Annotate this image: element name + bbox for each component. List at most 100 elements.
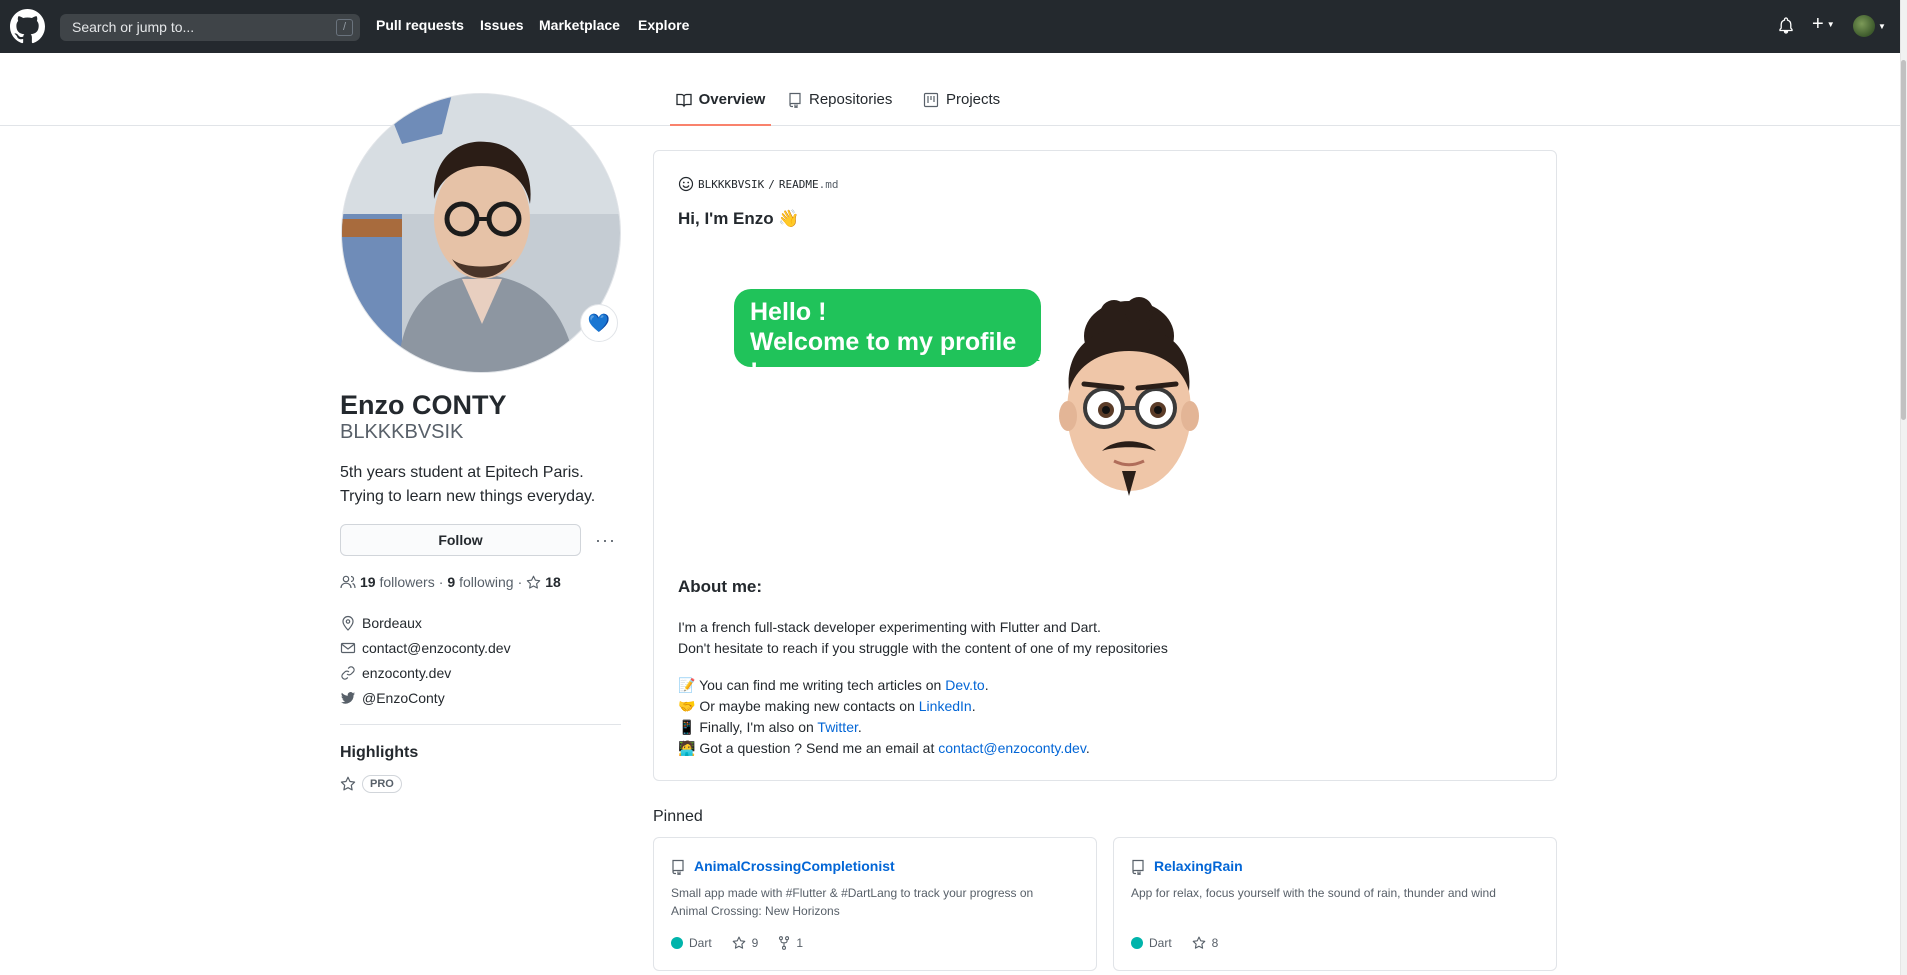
star-icon: [340, 776, 356, 791]
pinned-repo-meta: Dart 9 1: [671, 936, 803, 950]
tab-repositories-label: Repositories: [809, 91, 893, 108]
bubble-line: Hello !: [750, 298, 827, 326]
readme-path-file[interactable]: README: [779, 178, 819, 191]
tab-overview[interactable]: Overview: [670, 91, 771, 126]
repo-icon: [789, 92, 801, 108]
smiley-icon: [678, 176, 694, 192]
readme-path-user[interactable]: BLKKKBVSIK: [698, 178, 764, 191]
twitter-icon: [340, 692, 355, 704]
pinned-repo-name[interactable]: AnimalCrossingCompletionist: [694, 858, 895, 874]
following-label: following: [459, 574, 514, 590]
follow-button[interactable]: Follow: [340, 524, 581, 556]
about-text: Don't hesitate to reach if you struggle …: [678, 640, 1168, 656]
devto-link[interactable]: Dev.to: [945, 677, 984, 693]
list-text: 🤝 Or maybe making new contacts on: [678, 698, 919, 714]
caret-down-icon: ▼: [1826, 19, 1835, 29]
top-header: Search or jump to... / Pull requests Iss…: [0, 0, 1900, 53]
bio-line: 5th years student at Epitech Paris.: [340, 464, 584, 481]
repo-forks[interactable]: 1: [796, 936, 803, 950]
pinned-repo-meta: Dart 8: [1131, 936, 1218, 950]
list-period: .: [971, 698, 976, 714]
profile-fullname: Enzo CONTY: [340, 390, 507, 420]
vcard-twitter[interactable]: @EnzoConty: [340, 690, 445, 706]
github-logo-icon[interactable]: [10, 9, 45, 44]
email-link[interactable]: contact@enzoconty.dev: [362, 640, 511, 656]
stars-count: 18: [545, 574, 561, 590]
star-icon: [526, 575, 541, 589]
profile-readme-card: BLKKKBVSIK / README.md Hi, I'm Enzo 👋 He…: [653, 150, 1557, 781]
user-menu-dropdown[interactable]: ▼: [1853, 15, 1886, 37]
repo-stars[interactable]: 9: [752, 936, 759, 950]
scrollbar-thumb[interactable]: [1901, 60, 1906, 420]
bio-line: Trying to learn new things everyday.: [340, 488, 596, 505]
nav-issues[interactable]: Issues: [480, 17, 524, 33]
search-input[interactable]: Search or jump to... /: [60, 14, 360, 41]
profile-username: BLKKKBVSIK: [340, 421, 464, 443]
tab-projects-label: Projects: [946, 91, 1001, 108]
linkedin-link[interactable]: LinkedIn: [919, 698, 972, 714]
readme-list-item: 📝 You can find me writing tech articles …: [678, 677, 989, 694]
welcome-bubble: Hello ! Welcome to my profile !: [734, 289, 1041, 386]
follow-stats: 19 followers · 9 following · 18: [340, 574, 561, 590]
followers-count: 19: [360, 574, 376, 590]
readme-list-item: 📱 Finally, I'm also on Twitter.: [678, 719, 862, 736]
website-link[interactable]: enzoconty.dev: [362, 665, 451, 681]
pinned-repo-name[interactable]: RelaxingRain: [1154, 858, 1243, 874]
list-period: .: [984, 677, 989, 693]
readme-list-item: 🤝 Or maybe making new contacts on Linked…: [678, 698, 976, 715]
pinned-repo-card: AnimalCrossingCompletionist Small app ma…: [653, 837, 1097, 971]
pro-badge: PRO: [362, 775, 402, 793]
followers-link[interactable]: 19 followers: [360, 574, 435, 590]
about-text: I'm a french full-stack developer experi…: [678, 619, 1101, 635]
highlights-heading: Highlights: [340, 744, 419, 761]
description-line: App for relax, focus yourself with the s…: [1131, 886, 1496, 900]
vcard-email[interactable]: contact@enzoconty.dev: [340, 640, 511, 656]
vcard-location: Bordeaux: [340, 615, 422, 631]
nav-marketplace[interactable]: Marketplace: [539, 17, 620, 33]
following-link[interactable]: 9 following: [447, 574, 513, 590]
twitter-handle[interactable]: @EnzoConty: [362, 690, 445, 706]
email-readme-link[interactable]: contact@enzoconty.dev: [938, 740, 1086, 756]
status-emoji[interactable]: 💙: [580, 304, 618, 342]
vcard-website[interactable]: enzoconty.dev: [340, 665, 451, 681]
description-line: Animal Crossing: New Horizons: [671, 904, 840, 918]
page-scrollbar[interactable]: [1900, 0, 1907, 975]
create-new-dropdown[interactable]: + ▼: [1812, 14, 1835, 34]
bubble-tail: [1024, 349, 1040, 361]
dart-language-dot: [671, 937, 683, 949]
tab-overview-label: Overview: [698, 91, 766, 108]
user-avatar-small: [1853, 15, 1875, 37]
repo-language: Dart: [689, 936, 712, 950]
about-heading: About me:: [678, 577, 763, 596]
people-icon: [340, 575, 356, 589]
location-text: Bordeaux: [362, 615, 422, 631]
tab-repositories[interactable]: Repositories: [788, 91, 892, 126]
stars-link[interactable]: 18: [545, 574, 561, 590]
pinned-repo-description: App for relax, focus yourself with the s…: [1131, 884, 1541, 902]
mail-icon: [340, 642, 356, 654]
star-icon[interactable]: [1192, 936, 1206, 950]
dart-language-dot: [1131, 937, 1143, 949]
pinned-heading: Pinned: [653, 808, 703, 825]
notifications-bell-icon[interactable]: [1778, 17, 1794, 35]
list-period: .: [857, 719, 862, 735]
pinned-repo-card: RelaxingRain App for relax, focus yourse…: [1113, 837, 1557, 971]
repo-stars[interactable]: 8: [1212, 936, 1219, 950]
star-icon[interactable]: [732, 936, 746, 950]
project-icon: [923, 92, 939, 108]
more-options-icon[interactable]: ···: [595, 530, 616, 551]
search-shortcut-key: /: [336, 19, 353, 36]
description-line: Small app made with #Flutter & #DartLang…: [671, 886, 1034, 900]
list-text: 📝 You can find me writing tech articles …: [678, 677, 946, 693]
nav-explore[interactable]: Explore: [638, 17, 689, 33]
fork-icon[interactable]: [778, 936, 790, 950]
bubble-line: Welcome to my profile !: [750, 328, 1017, 386]
list-text: 📱 Finally, I'm also on: [678, 719, 818, 735]
readme-path: BLKKKBVSIK / README.md: [678, 176, 838, 192]
following-count: 9: [447, 574, 456, 590]
memoji-avatar: [1059, 297, 1199, 496]
nav-pull-requests[interactable]: Pull requests: [376, 17, 464, 33]
profile-avatar[interactable]: [341, 93, 621, 373]
tab-projects[interactable]: Projects: [923, 91, 1000, 126]
twitter-link[interactable]: Twitter: [817, 719, 857, 735]
